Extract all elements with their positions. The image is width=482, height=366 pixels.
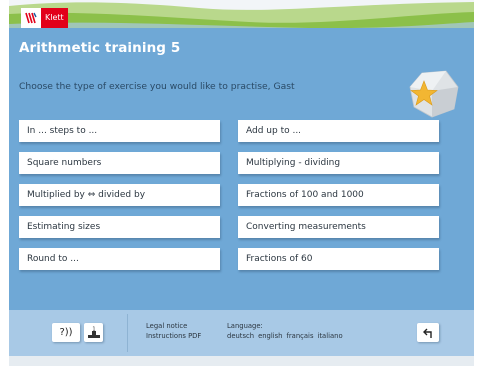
podium-icon: 1 — [87, 326, 100, 338]
language-italiano[interactable]: italiano — [318, 332, 343, 341]
audio-help-icon: ?)) — [59, 327, 73, 338]
exercise-round-to-button[interactable]: Round to ... — [19, 248, 220, 270]
svg-text:1: 1 — [92, 326, 95, 332]
exercise-add-up-to-button[interactable]: Add up to ... — [238, 120, 439, 142]
exercise-multiplying-dividing-button[interactable]: Multiplying - dividing — [238, 152, 439, 174]
exercise-in-steps-to-button[interactable]: In ... steps to ... — [19, 120, 220, 142]
main-panel: Arithmetic training 5 Choose the type of… — [9, 28, 474, 310]
language-label: Language: — [227, 322, 263, 330]
audio-help-button[interactable]: ?)) — [52, 323, 80, 342]
ranking-button[interactable]: 1 — [84, 323, 103, 342]
klett-logo-text: Klett — [41, 8, 68, 28]
language-english[interactable]: english — [258, 332, 282, 341]
exercise-fractions-100-1000-button[interactable]: Fractions of 100 and 1000 — [238, 184, 439, 206]
exercise-estimating-sizes-button[interactable]: Estimating sizes — [19, 216, 220, 238]
exercise-converting-measurements-button[interactable]: Converting measurements — [238, 216, 439, 238]
language-options: deutsch english français italiano — [227, 332, 343, 341]
footer-bar: ?)) 1 Legal notice Instructions PDF Lang… — [9, 310, 474, 356]
back-arrow-icon — [423, 328, 432, 338]
page-title: Arithmetic training 5 — [19, 40, 181, 56]
exercise-fractions-of-60-button[interactable]: Fractions of 60 — [238, 248, 439, 270]
legal-notice-link[interactable]: Legal notice — [146, 322, 187, 331]
instructions-pdf-link[interactable]: Instructions PDF — [146, 332, 201, 341]
language-deutsch[interactable]: deutsch — [227, 332, 254, 341]
exercise-square-numbers-button[interactable]: Square numbers — [19, 152, 220, 174]
klett-logo: Klett — [21, 8, 68, 28]
back-button[interactable] — [417, 323, 439, 342]
language-francais[interactable]: français — [287, 332, 314, 341]
footer-divider — [127, 314, 128, 352]
exercise-multiplied-divided-button[interactable]: Multiplied by ⇔ divided by — [19, 184, 220, 206]
exercise-prompt: Choose the type of exercise you would li… — [19, 81, 295, 92]
klett-mark-icon — [21, 8, 41, 28]
star-gem-icon — [409, 70, 459, 118]
app-window: Klett Arithmetic training 5 Choose the t… — [9, 0, 474, 366]
bottom-strip — [9, 356, 474, 366]
top-wave-strip — [9, 0, 474, 30]
